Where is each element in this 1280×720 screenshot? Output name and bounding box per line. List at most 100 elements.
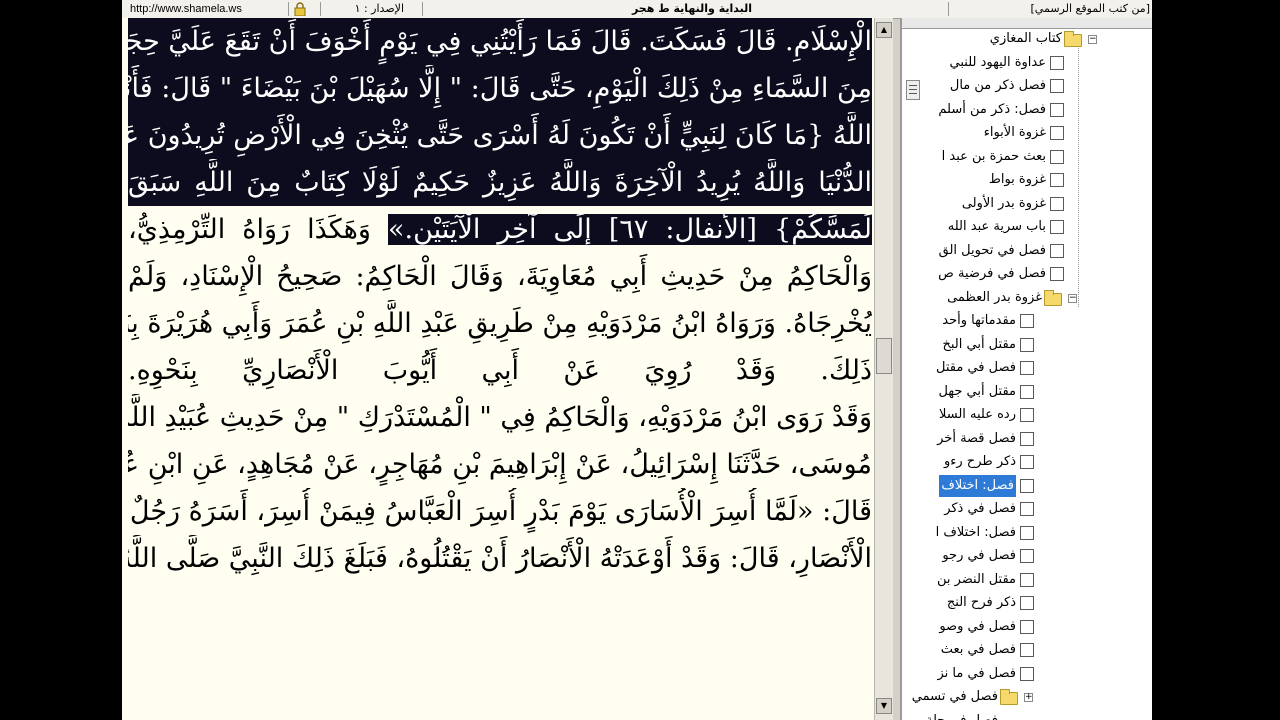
checkbox-icon[interactable] xyxy=(1020,478,1034,493)
checkbox-icon[interactable] xyxy=(1020,643,1034,657)
tree-item[interactable]: غزوة بدر الأولى xyxy=(902,193,1046,215)
checkbox-icon[interactable] xyxy=(1020,549,1034,563)
tree-item[interactable]: مقدماتها وأحد xyxy=(902,310,1016,332)
tree-node-label: فصل في بعث xyxy=(940,642,1016,657)
checkbox-icon[interactable] xyxy=(1050,102,1064,117)
checkbox-icon[interactable] xyxy=(1020,384,1034,399)
body-text: مُوسَى، حَدَّثَنَا إِسْرَائِيلُ، عَنْ إِ… xyxy=(128,449,872,480)
tree-item[interactable]: مقتل النضر بن xyxy=(902,569,1016,591)
tree-item[interactable]: فصل قصة أخر xyxy=(902,428,1016,450)
tree-item[interactable]: مقتل أبي جهل xyxy=(902,381,1016,403)
tree-item[interactable]: رده عليه السلا xyxy=(902,404,1016,426)
shamela-window: http://www.shamela.ws الإصدار : ١ البداي… xyxy=(122,0,1152,720)
body-text: يُخْرِجَاهُ. وَرَوَاهُ ابْنُ مَرْدَوَيْه… xyxy=(128,308,872,339)
tree-folder-maghazi[interactable]: كتاب المغازي xyxy=(902,28,1062,50)
status-bar: http://www.shamela.ws الإصدار : ١ البداي… xyxy=(122,0,1152,19)
expand-toggle-icon[interactable]: + xyxy=(1024,693,1033,702)
tree-folder-tasmiya[interactable]: فصل في تسمي xyxy=(902,686,998,708)
tree-item[interactable]: ذكر فرح النج xyxy=(902,592,1016,614)
checkbox-icon[interactable] xyxy=(1050,149,1064,164)
tree-item[interactable]: ذكر طرح رءو xyxy=(902,451,1016,473)
body-text: الْأَنْصَارِ، قَالَ: وَقَدْ أَوْعَدَتْهُ… xyxy=(128,543,872,574)
folder-closed-icon xyxy=(1000,689,1018,705)
tree-item[interactable]: غزوة الأبواء xyxy=(902,122,1046,144)
checkbox-icon[interactable] xyxy=(1050,55,1064,70)
tree-node-label: ذكر طرح رءو xyxy=(944,454,1016,469)
tree-node-label: كتاب المغازي xyxy=(989,31,1062,46)
tree-node-label: مقتل النضر بن xyxy=(936,571,1016,587)
tree-node-label: فصل في رجو xyxy=(942,548,1016,563)
tree-item[interactable]: مقتل أبي البخ xyxy=(902,334,1016,356)
tree-item[interactable]: فصل في مقتل xyxy=(902,357,1016,379)
checkbox-icon[interactable] xyxy=(1020,314,1034,328)
status-separator xyxy=(422,2,423,16)
text-line: لَمَسَّكُمْ} [الأنفال: ٦٧] إِلَى آخِرِ ا… xyxy=(128,206,872,253)
scroll-up-button[interactable]: ▲ xyxy=(876,22,892,38)
scroll-down-button[interactable]: ▼ xyxy=(876,698,892,714)
tree-node-label: مقتل أبي البخ xyxy=(942,336,1016,352)
checkbox-icon[interactable] xyxy=(1020,572,1034,587)
collapse-toggle-icon[interactable]: − xyxy=(1068,293,1077,303)
url-label[interactable]: http://www.shamela.ws xyxy=(130,0,242,18)
checkbox-icon[interactable] xyxy=(1020,431,1034,446)
tree-item[interactable]: فصل في حلة xyxy=(902,710,998,720)
checkbox-icon[interactable] xyxy=(1050,220,1064,234)
official-site-link[interactable]: [من كتب الموقع الرسمي] xyxy=(954,0,1150,18)
status-separator xyxy=(948,2,949,16)
tree-item[interactable]: فصل في بعث xyxy=(902,639,1016,661)
tree-node-label: فصل في وصو xyxy=(939,618,1016,634)
checkbox-icon[interactable] xyxy=(1050,243,1064,258)
tree-node-label: غزوة بدر الأولى xyxy=(961,195,1046,211)
folder-open-icon xyxy=(1064,31,1082,47)
tree-item[interactable]: فصل في ذكر xyxy=(902,498,1016,520)
checkbox-icon[interactable] xyxy=(1050,267,1064,281)
checkbox-icon[interactable] xyxy=(1050,196,1064,211)
checkbox-icon[interactable] xyxy=(1020,455,1034,469)
tree-item[interactable]: عداوة اليهود للنبي xyxy=(902,52,1046,74)
checkbox-icon[interactable] xyxy=(1020,337,1034,352)
tree-item[interactable]: فصل في ما نز xyxy=(902,663,1017,685)
tree-item[interactable]: غزوة بواط xyxy=(902,169,1046,191)
tree-item[interactable]: بعث حمزة بن عبد ا xyxy=(902,146,1046,168)
checkbox-icon[interactable] xyxy=(1050,79,1064,93)
checkbox-icon[interactable] xyxy=(1020,666,1034,681)
table-of-contents-tree[interactable]: كتاب المغازي − عداوة اليهود للنبي فصل ذكر م… xyxy=(900,18,1152,720)
tree-node-label: فصل في ذكر xyxy=(944,501,1016,516)
checkbox-icon[interactable] xyxy=(1020,596,1034,610)
book-text-pane[interactable]: الْإِسْلَامِ. قَالَ فَسَكَتَ. قَالَ فَمَ… xyxy=(122,18,874,720)
checkbox-icon[interactable] xyxy=(1020,619,1034,634)
tree-item[interactable]: فصل: اختلاف xyxy=(902,474,1016,497)
selected-text: مِنَ السَّمَاءِ مِنْ ذَلِكَ الْيَوْمِ، ح… xyxy=(128,73,872,104)
checkbox-icon[interactable] xyxy=(1050,126,1064,140)
tree-item[interactable]: فصل في رجو xyxy=(902,545,1016,567)
text-line: وَالْحَاكِمُ مِنْ حَدِيثِ أَبِي مُعَاوِي… xyxy=(128,253,872,300)
checkbox-icon[interactable] xyxy=(1020,361,1034,375)
selected-text: الْإِسْلَامِ. قَالَ فَسَكَتَ. قَالَ فَمَ… xyxy=(128,26,872,57)
tree-node-label: باب سرية عبد الله xyxy=(947,219,1046,234)
tree-item[interactable]: فصل في فرضية ص xyxy=(902,263,1046,285)
tree-item[interactable]: فصل: ذكر من أسلم xyxy=(902,99,1046,121)
checkbox-icon[interactable] xyxy=(1020,525,1034,540)
text-scrollbar[interactable]: ▲ ▼ xyxy=(874,18,893,720)
text-line: الْإِسْلَامِ. قَالَ فَسَكَتَ. قَالَ فَمَ… xyxy=(128,18,872,65)
tree-node-label: غزوة بواط xyxy=(988,172,1046,187)
tree-item[interactable]: باب سرية عبد الله xyxy=(902,216,1046,238)
tree-node-label: فصل: اختلاف xyxy=(939,474,1016,497)
tree-item[interactable]: فصل في وصو xyxy=(902,616,1016,638)
checkbox-icon[interactable] xyxy=(1050,173,1064,187)
tree-node-label: عداوة اليهود للنبي xyxy=(949,54,1046,70)
body-text: قَالَ: «لَمَّا أُسِرَ الْأُسَارَى يَوْمَ… xyxy=(128,496,872,527)
status-separator xyxy=(320,2,321,16)
body-text: وَقَدْ رَوَى ابْنُ مَرْدَوَيْهِ، وَالْحَ… xyxy=(128,402,872,433)
tree-folder-badr[interactable]: غزوة بدر العظمى xyxy=(902,287,1042,309)
checkbox-icon[interactable] xyxy=(1020,502,1034,516)
tree-item[interactable]: فصل في تحويل الق xyxy=(902,240,1046,262)
collapse-toggle-icon[interactable]: − xyxy=(1088,35,1097,44)
checkbox-icon[interactable] xyxy=(1020,408,1034,422)
text-line: الْأَنْصَارِ، قَالَ: وَقَدْ أَوْعَدَتْهُ… xyxy=(128,535,872,582)
scroll-thumb[interactable] xyxy=(876,338,892,374)
text-line: اللَّهُ {مَا كَانَ لِنَبِيٍّ أَنْ تَكُون… xyxy=(128,112,872,159)
tree-item[interactable]: فصل ذكر من مال xyxy=(902,75,1046,97)
status-separator xyxy=(288,2,289,16)
tree-item[interactable]: فصل: اختلاف ا xyxy=(902,522,1016,544)
